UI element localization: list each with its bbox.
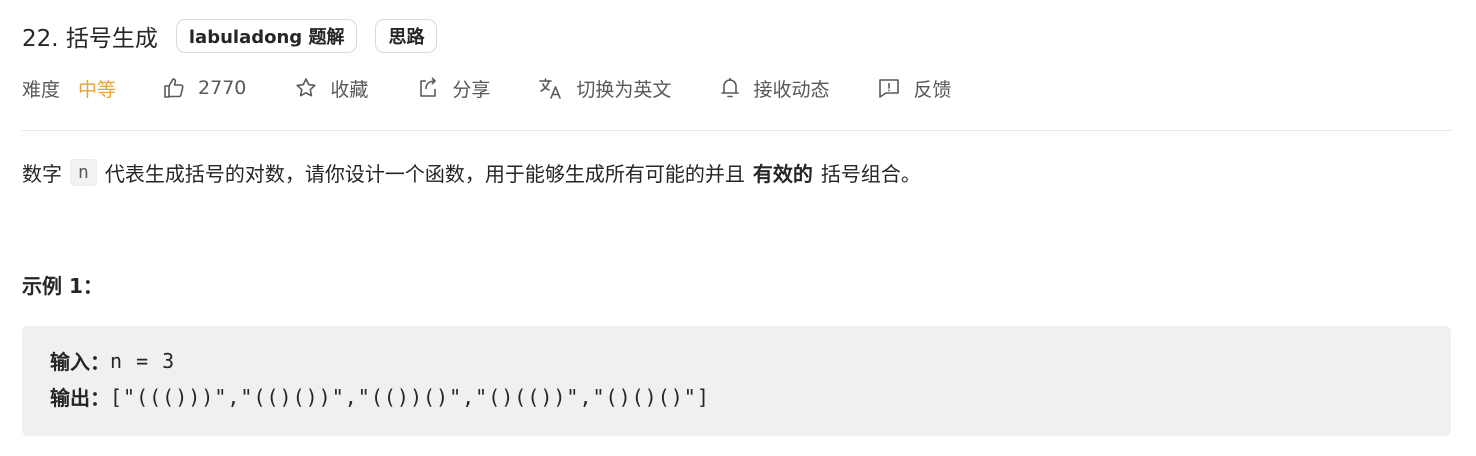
problem-title: 22. 括号生成	[22, 26, 158, 52]
description-prefix: 数字	[22, 161, 62, 186]
star-icon	[294, 76, 318, 100]
switch-language-label: 切换为英文	[576, 78, 672, 101]
like-button[interactable]: 2770	[162, 76, 246, 100]
favorite-button[interactable]: 收藏	[294, 75, 368, 102]
subscribe-label: 接收动态	[753, 78, 830, 101]
switch-language-button[interactable]: 切换为英文	[538, 75, 671, 102]
meta-toolbar: 难度 中等 2770 收藏 分享 切换为英文 接收动态 反馈	[22, 70, 951, 106]
example-code-block: 输入： n = 3 输出： ["((()))","(()())","(())()…	[22, 326, 1451, 436]
input-label: 输入：	[50, 350, 110, 374]
input-value: n = 3	[110, 348, 176, 373]
subscribe-button[interactable]: 接收动态	[719, 75, 829, 102]
inline-code-n: n	[70, 158, 97, 186]
title-row: 22. 括号生成 labuladong 题解 思路	[22, 16, 455, 56]
description-suffix: 括号组合。	[820, 161, 921, 186]
share-icon	[416, 76, 440, 100]
favorite-label: 收藏	[330, 78, 369, 101]
share-label: 分享	[452, 78, 491, 101]
feedback-icon	[877, 76, 901, 100]
difficulty-label: 难度	[22, 78, 61, 101]
feedback-label: 反馈	[913, 78, 952, 101]
like-count: 2770	[198, 77, 247, 99]
tag-labuladong-solution[interactable]: labuladong 题解	[175, 19, 358, 53]
tag-approach[interactable]: 思路	[375, 19, 438, 53]
example-input-line: 输入： n = 3	[50, 346, 175, 375]
difficulty-value: 中等	[78, 78, 117, 101]
divider	[22, 130, 1452, 131]
bell-icon	[719, 76, 741, 100]
description-middle: 代表生成括号的对数，请你设计一个函数，用于能够生成所有可能的并且	[104, 161, 745, 186]
feedback-button[interactable]: 反馈	[877, 75, 951, 102]
example-title: 示例 1：	[22, 274, 103, 298]
description-bold: 有效的	[752, 161, 813, 186]
output-label: 输出：	[50, 386, 110, 410]
problem-description: 数字 n 代表生成括号的对数，请你设计一个函数，用于能够生成所有可能的并且 有效…	[22, 152, 921, 192]
output-value: ["((()))","(()())","(())()","()(())","()…	[110, 384, 710, 409]
thumbs-up-icon	[162, 76, 186, 100]
example-output-line: 输出： ["((()))","(()())","(())()","()(())"…	[50, 382, 710, 411]
translate-icon	[538, 76, 564, 100]
share-button[interactable]: 分享	[416, 75, 490, 102]
